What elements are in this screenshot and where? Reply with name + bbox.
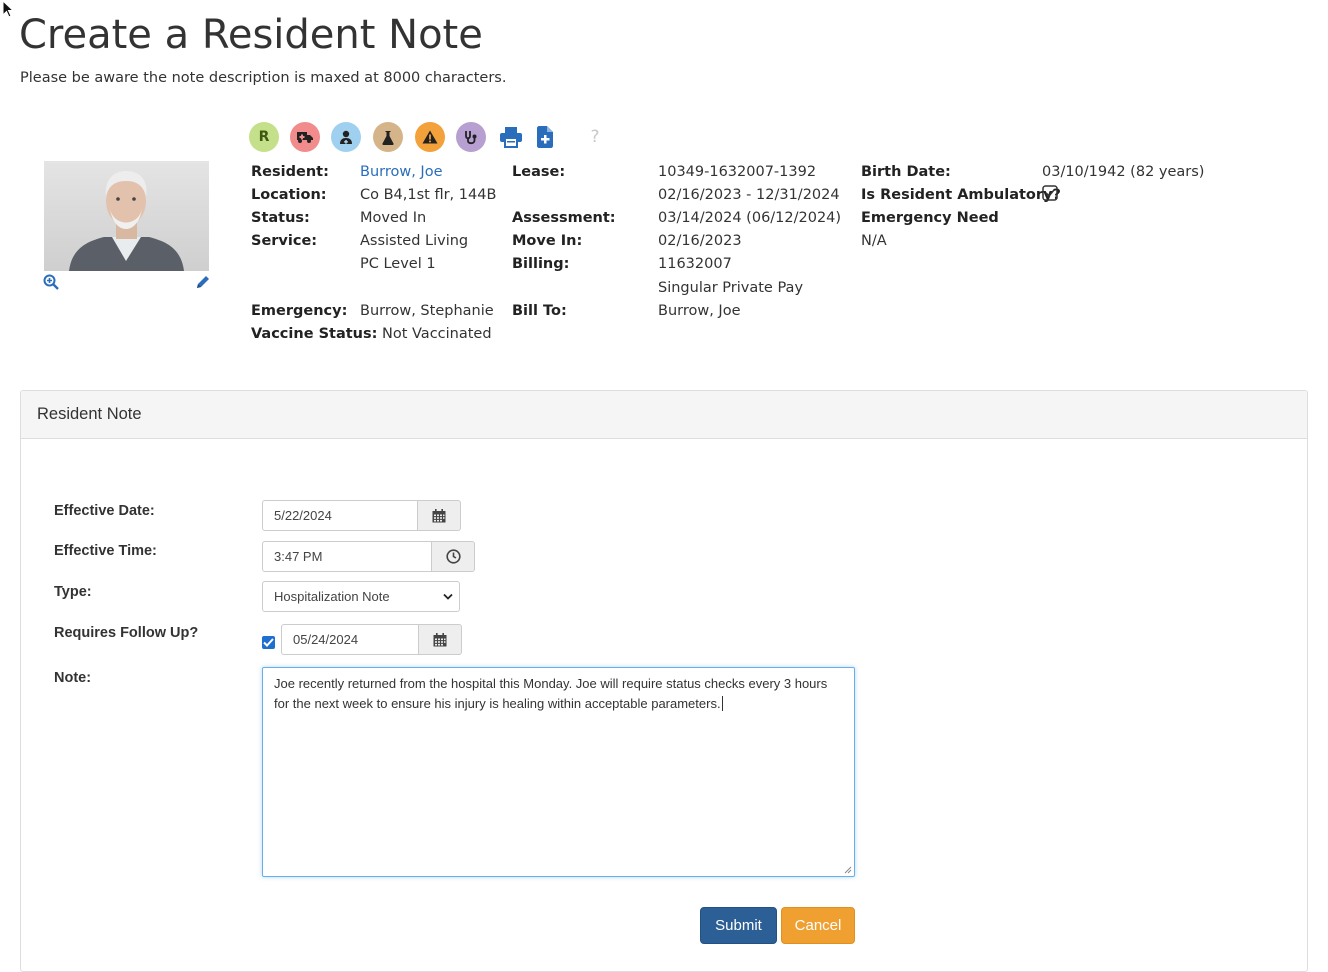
resident-name-link[interactable]: Burrow, Joe (360, 164, 443, 181)
billing-number-value: 11632007 (658, 256, 732, 272)
page-subtitle: Please be aware the note description is … (20, 70, 507, 86)
follow-up-label: Requires Follow Up? (54, 625, 199, 641)
resident-r-icon[interactable]: R (249, 122, 279, 152)
lab-flask-icon[interactable] (373, 122, 403, 152)
warning-icon[interactable] (415, 122, 445, 152)
birth-date-value: 03/10/1942 (82 years) (1042, 164, 1205, 180)
emergency-contact-value: Burrow, Stephanie (360, 303, 494, 319)
vaccine-status-value: Not Vaccinated (382, 326, 492, 342)
emergency-label: Emergency: (251, 303, 348, 319)
follow-up-calendar-button[interactable] (419, 624, 462, 655)
resident-note-panel: Resident Note Effective Date: 5/22/2024 … (20, 390, 1308, 972)
vaccine-status-label: Vaccine Status: (251, 326, 378, 342)
status-label: Status: (251, 210, 310, 226)
add-document-icon[interactable] (532, 124, 558, 150)
type-label: Type: (54, 584, 92, 600)
resident-photo (44, 161, 209, 271)
location-label: Location: (251, 187, 327, 203)
panel-title: Resident Note (37, 405, 142, 423)
move-in-label: Move In: (512, 233, 583, 249)
effective-date-input[interactable]: 5/22/2024 (262, 500, 418, 531)
bill-to-value: Burrow, Joe (658, 303, 741, 319)
help-label: ? (590, 127, 600, 147)
assessment-label: Assessment: (512, 210, 616, 226)
resize-grip-icon[interactable] (844, 866, 852, 874)
note-type-value: Hospitalization Note (274, 589, 390, 604)
help-icon[interactable]: ? (582, 124, 608, 150)
note-type-select[interactable]: Hospitalization Note (262, 581, 460, 612)
edit-pencil-icon[interactable] (195, 274, 211, 290)
move-in-value: 02/16/2023 (658, 233, 742, 249)
billing-label: Billing: (512, 256, 570, 272)
mouse-cursor-icon (2, 0, 15, 18)
clock-icon (445, 549, 461, 564)
stethoscope-icon[interactable] (456, 122, 486, 152)
cancel-button[interactable]: Cancel (781, 907, 855, 944)
checkmark-icon (263, 638, 274, 647)
panel-header: Resident Note (21, 391, 1307, 439)
resident-r-label: R (258, 129, 270, 145)
bill-to-label: Bill To: (512, 303, 567, 319)
service-label: Service: (251, 233, 318, 249)
chevron-down-icon (443, 593, 453, 600)
ambulatory-label: Is Resident Ambulatory? (861, 187, 1061, 203)
billing-plan-value: Singular Private Pay (658, 280, 804, 296)
assessment-value: 03/14/2024 (06/12/2024) (658, 210, 842, 226)
birth-date-label: Birth Date: (861, 164, 951, 180)
text-caret (721, 696, 723, 711)
zoom-in-icon[interactable] (43, 274, 59, 290)
effective-date-calendar-button[interactable] (418, 500, 461, 531)
lease-label: Lease: (512, 164, 566, 180)
lease-dates-value: 02/16/2023 - 12/31/2024 (658, 187, 840, 203)
note-text-line-1: Joe recently returned from the hospital … (274, 676, 828, 691)
note-text-line-2-content: for the next week to ensure his injury i… (274, 696, 721, 711)
effective-time-label: Effective Time: (54, 543, 157, 559)
note-text-line-2: for the next week to ensure his injury i… (274, 694, 843, 714)
effective-time-input[interactable]: 3:47 PM (262, 541, 432, 572)
submit-button[interactable]: Submit (700, 907, 777, 944)
calendar-icon (432, 508, 446, 522)
ambulance-icon[interactable] (290, 122, 320, 152)
status-value: Moved In (360, 210, 427, 226)
print-icon[interactable] (498, 124, 524, 150)
follow-up-date-input[interactable]: 05/24/2024 (281, 624, 419, 655)
note-textarea[interactable]: Joe recently returned from the hospital … (262, 667, 855, 877)
effective-time-clock-button[interactable] (432, 541, 475, 572)
lease-number-value: 10349-1632007-1392 (658, 164, 817, 180)
note-label: Note: (54, 670, 92, 686)
follow-up-checkbox[interactable] (262, 636, 275, 649)
doctor-icon[interactable] (331, 122, 361, 152)
page-title: Create a Resident Note (19, 12, 483, 58)
service-level-value: PC Level 1 (360, 256, 436, 272)
emergency-need-value: N/A (861, 233, 887, 249)
effective-date-label: Effective Date: (54, 503, 155, 519)
emergency-need-label: Emergency Need (861, 210, 999, 226)
service-value: Assisted Living (360, 233, 469, 249)
calendar-icon (433, 632, 447, 646)
resident-label: Resident: (251, 164, 329, 180)
ambulatory-checked-icon (1042, 185, 1058, 201)
location-value: Co B4,1st flr, 144B (360, 187, 497, 203)
